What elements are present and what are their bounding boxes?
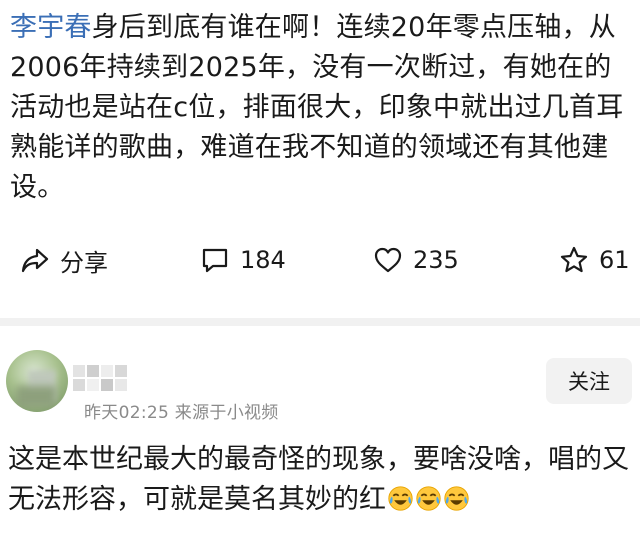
post-body: 身后到底有谁在啊！连续20年零点压轴，从2006年持续到2025年，没有一次断过… bbox=[10, 12, 624, 203]
favorites-count: 61 bbox=[599, 246, 630, 274]
crying-laughing-emoji bbox=[416, 486, 441, 511]
comment-icon bbox=[202, 248, 228, 273]
share-button[interactable]: 分享 bbox=[20, 236, 108, 284]
likes-count: 235 bbox=[413, 246, 459, 274]
action-bar: 分享 184 235 61 bbox=[0, 236, 640, 284]
comments-count: 184 bbox=[240, 246, 286, 274]
favorite-button[interactable]: 61 bbox=[559, 236, 630, 284]
comment-header: 昨天02:25 来源于小视频 关注 bbox=[0, 340, 640, 430]
share-label: 分享 bbox=[60, 248, 108, 277]
comment-text: 这是本世纪最大的最奇怪的现象，要啥没啥，唱的又无法形容，可就是莫名其妙的红 bbox=[8, 440, 634, 520]
like-button[interactable]: 235 bbox=[373, 236, 459, 284]
comment-button[interactable]: 184 bbox=[200, 236, 286, 284]
username-mosaic bbox=[72, 364, 134, 391]
heart-icon bbox=[374, 247, 402, 273]
crying-laughing-emoji bbox=[444, 486, 469, 511]
avatar[interactable] bbox=[6, 350, 68, 412]
star-icon bbox=[560, 246, 588, 273]
share-icon bbox=[21, 248, 49, 273]
crying-laughing-emoji bbox=[388, 486, 413, 511]
mention-link[interactable]: 李宇春 bbox=[10, 12, 92, 43]
follow-button[interactable]: 关注 bbox=[546, 358, 632, 404]
section-divider bbox=[0, 318, 640, 326]
comment-meta: 昨天02:25 来源于小视频 bbox=[84, 403, 279, 423]
comment-body: 这是本世纪最大的最奇怪的现象，要啥没啥，唱的又无法形容，可就是莫名其妙的红 bbox=[8, 444, 629, 515]
post-text: 李宇春身后到底有谁在啊！连续20年零点压轴，从2006年持续到2025年，没有一… bbox=[10, 8, 632, 208]
